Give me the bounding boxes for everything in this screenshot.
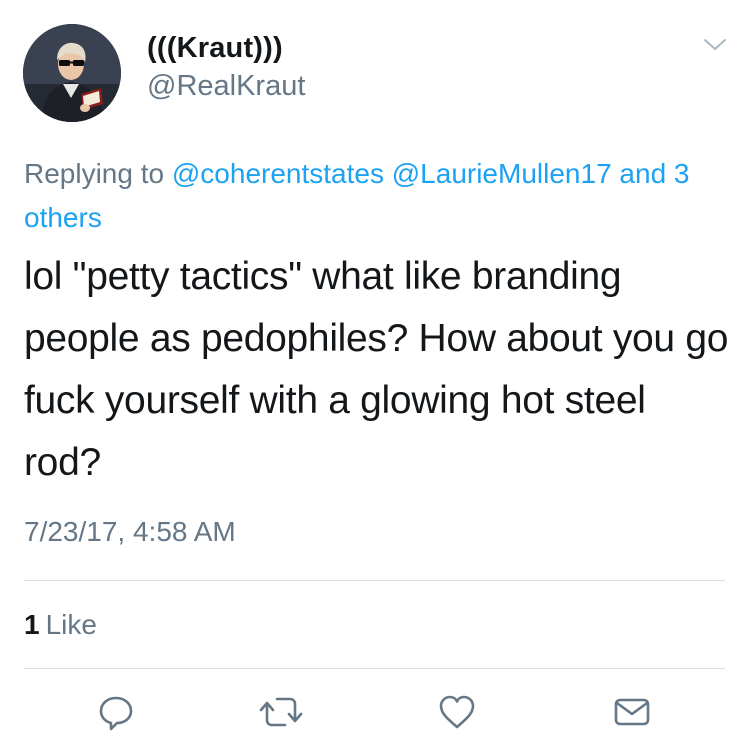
avatar-image xyxy=(23,24,121,122)
reply-icon xyxy=(99,696,133,731)
tweet-card: (((Kraut))) @RealKraut Replying to @cohe… xyxy=(0,0,749,752)
tweet-text: lol "petty tactics" what like branding p… xyxy=(24,255,729,484)
mention-link[interactable]: @coherentstates xyxy=(172,158,384,189)
replying-to: Replying to @coherentstates @LaurieMulle… xyxy=(24,152,724,240)
user-handle[interactable]: @RealKraut xyxy=(147,70,305,103)
likes-number: 1 xyxy=(24,609,40,640)
chevron-down-icon[interactable] xyxy=(702,34,728,54)
likes-label: Like xyxy=(45,609,97,640)
mention-link[interactable]: @LaurieMullen17 xyxy=(392,158,612,189)
divider xyxy=(24,668,725,669)
timestamp[interactable]: 7/23/17, 4:58 AM xyxy=(24,516,236,548)
retweet-button[interactable] xyxy=(259,690,303,734)
heart-icon xyxy=(439,695,475,729)
replying-to-label: Replying to xyxy=(24,158,165,189)
display-name[interactable]: (((Kraut))) xyxy=(147,32,283,65)
avatar[interactable] xyxy=(23,24,121,122)
reply-button[interactable] xyxy=(94,690,138,734)
retweet-icon xyxy=(259,697,303,727)
envelope-icon xyxy=(614,698,650,726)
direct-message-button[interactable] xyxy=(610,690,654,734)
divider xyxy=(24,580,725,581)
like-button[interactable] xyxy=(435,690,479,734)
likes-count[interactable]: 1 Like xyxy=(24,609,97,641)
